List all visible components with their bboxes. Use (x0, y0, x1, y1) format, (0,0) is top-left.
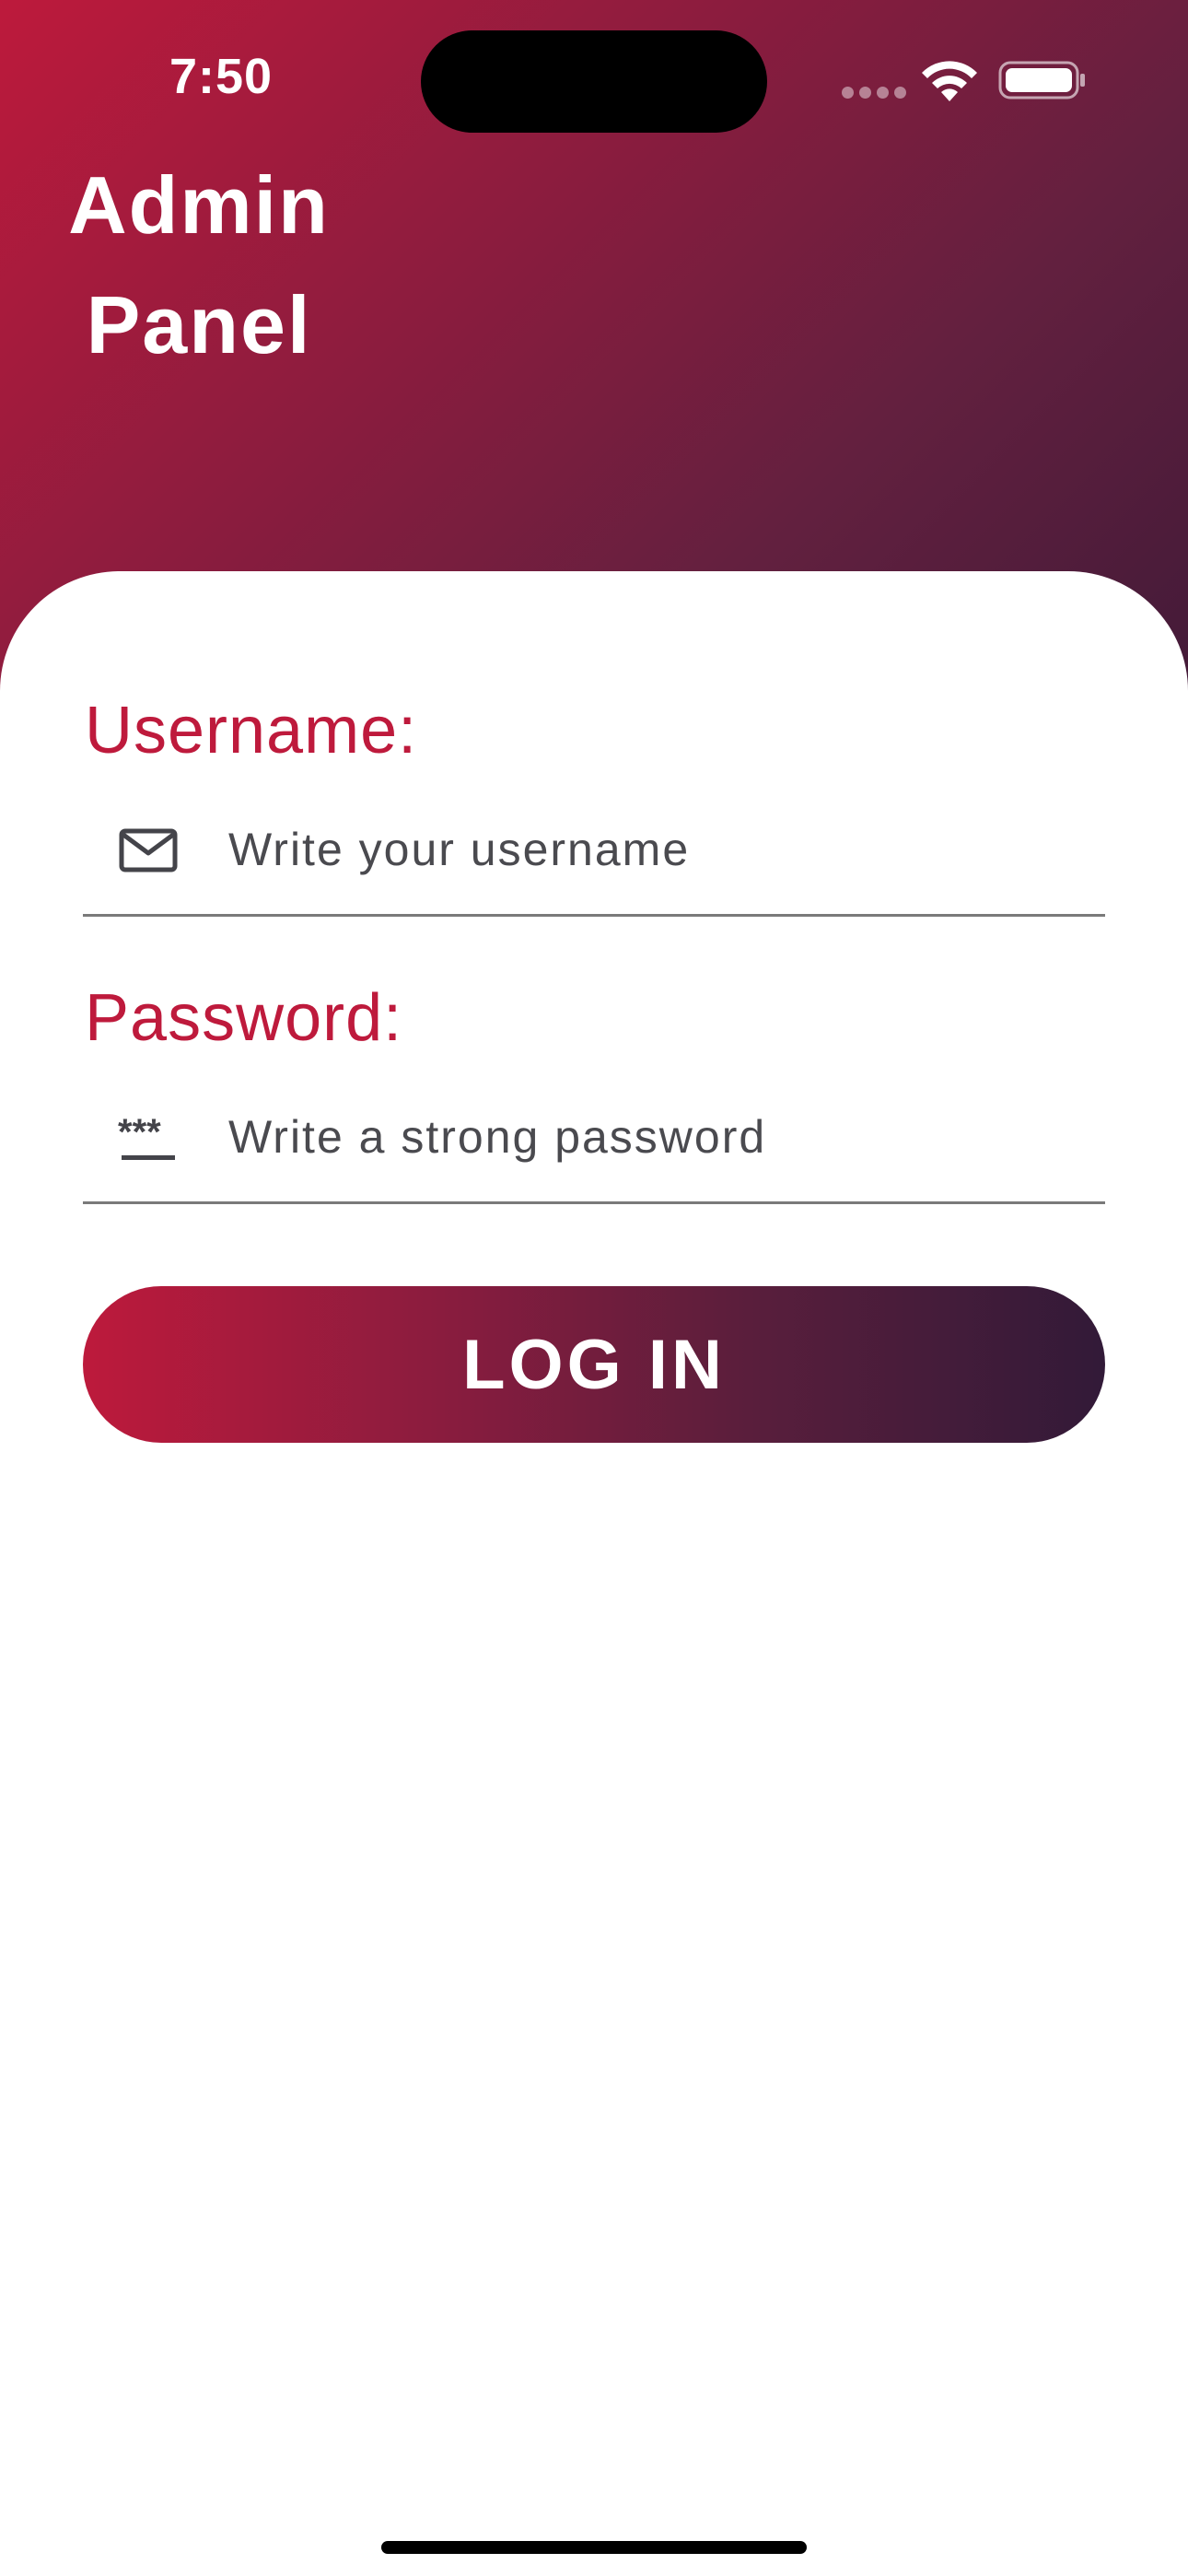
page-title-line1: Admin (68, 159, 330, 251)
login-button[interactable]: LOG IN (83, 1286, 1105, 1443)
password-icon: *** (118, 1115, 175, 1160)
mail-icon (119, 828, 178, 872)
svg-text:***: *** (118, 1115, 161, 1153)
page-title-line2: Panel (86, 279, 312, 370)
home-indicator (381, 2541, 807, 2554)
cellular-signal-icon (842, 87, 906, 99)
dynamic-island (421, 30, 767, 133)
password-label: Password: (85, 981, 403, 1055)
username-field (83, 803, 1105, 917)
status-time: 7:50 (169, 49, 274, 104)
battery-icon (998, 61, 1085, 100)
wifi-icon (922, 61, 977, 101)
page-title: Admin Panel (52, 146, 346, 385)
username-label: Username: (85, 694, 418, 767)
password-input[interactable] (228, 1091, 1094, 1183)
password-field: *** (83, 1091, 1105, 1204)
username-input[interactable] (228, 803, 1094, 896)
